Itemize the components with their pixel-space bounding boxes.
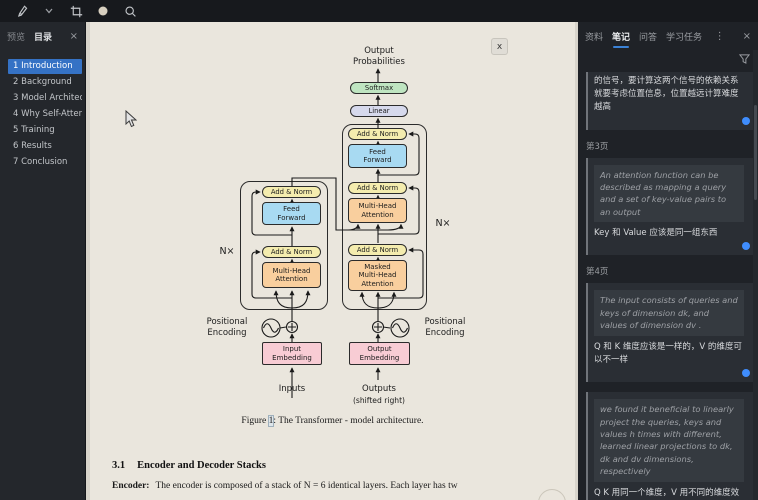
tab-tasks[interactable]: 学习任务: [666, 30, 702, 43]
page-4-label: 第4页: [586, 267, 609, 278]
output-probabilities-label: Output Probabilities: [353, 46, 405, 67]
outline-item-why-self-attention[interactable]: 4 Why Self-Atten...: [8, 107, 82, 122]
note-sync-dot: [742, 369, 750, 378]
tab-qa[interactable]: 问答: [639, 30, 657, 43]
pdf-page: Softmax Linear Add & Norm Feed Forward A…: [90, 22, 575, 500]
outline-item-model-architecture[interactable]: ▸3 Model Architec...: [8, 91, 82, 106]
encoder-add-norm-bottom-box: Add & Norm: [262, 246, 321, 258]
outline-item-introduction[interactable]: 1 Introduction: [8, 59, 82, 74]
n-times-right-label: N×: [435, 218, 451, 229]
crop-icon[interactable]: [68, 3, 84, 19]
decoder-add-norm-mid-box: Add & Norm: [348, 182, 407, 194]
outline-item-results[interactable]: ▸6 Results: [8, 139, 82, 154]
app-logo-icon[interactable]: [14, 3, 30, 19]
outline-item-label: 5 Training: [13, 125, 55, 135]
tab-preview[interactable]: 预览: [7, 30, 25, 43]
outline-item-training[interactable]: ▸5 Training: [8, 123, 82, 138]
outline-sidebar-tabs: 预览 目录 ×: [0, 22, 85, 50]
pdf-viewport[interactable]: Softmax Linear Add & Norm Feed Forward A…: [86, 22, 578, 500]
notes-scrollbar-thumb[interactable]: [754, 105, 757, 200]
note-quote: The input consists of queries and keys o…: [594, 290, 744, 336]
diagram-connectors: [251, 68, 424, 398]
outline-item-conclusion[interactable]: 7 Conclusion: [8, 155, 82, 170]
decoder-add-norm-bottom-box: Add & Norm: [348, 244, 407, 256]
encoder-multi-head-attention-box: Multi-Head Attention: [262, 262, 321, 288]
notes-list[interactable]: 的信号，要计算这两个信号的依赖关系就要考虑位置信息，位置越远计算难度越高 第3页…: [578, 72, 758, 500]
mouse-cursor: [125, 110, 137, 128]
outline-item-label: 3 Model Architec...: [13, 93, 82, 103]
note-card-position-signal[interactable]: 的信号，要计算这两个信号的依赖关系就要考虑位置信息，位置越远计算难度越高: [586, 72, 753, 130]
notes-sidebar: 资料 笔记 问答 学习任务 ⋮ × 的信号，要计算这两个信号的依赖关系就要考虑位…: [578, 22, 758, 500]
softmax-box: Softmax: [350, 82, 408, 94]
toc-outline: 1 Introduction 2 Background ▸3 Model Arc…: [0, 59, 85, 170]
page-3-label: 第3页: [586, 141, 609, 152]
encoder-add-norm-top-box: Add & Norm: [262, 186, 321, 198]
decoder-feed-forward-box: Feed Forward: [348, 144, 407, 168]
note-card-attention-function[interactable]: An attention function can be described a…: [586, 157, 753, 256]
linear-box: Linear: [350, 105, 408, 117]
chevron-down-icon[interactable]: [41, 3, 57, 19]
tab-materials[interactable]: 资料: [585, 30, 603, 43]
encoder-feed-forward-box: Feed Forward: [262, 202, 321, 225]
note-sync-dot: [742, 116, 750, 125]
tab-notes[interactable]: 笔记: [612, 30, 630, 48]
n-times-left-label: N×: [219, 246, 235, 257]
note-card-linear-projections[interactable]: we found it beneficial to linearly proje…: [586, 392, 753, 500]
note-card-query-key-dims[interactable]: The input consists of queries and keys o…: [586, 283, 753, 383]
inputs-label: Inputs: [278, 384, 306, 394]
top-toolbar: [0, 0, 758, 22]
positional-encoding-left-label: Positional Encoding: [206, 317, 248, 338]
sidebar-close-icon[interactable]: ×: [70, 31, 78, 42]
note-text: 的信号，要计算这两个信号的依赖关系就要考虑位置信息，位置越远计算难度越高: [594, 76, 739, 113]
annotation-close-button[interactable]: x: [491, 38, 508, 55]
outline-item-label: 6 Results: [13, 141, 52, 151]
decoder-add-norm-top-box: Add & Norm: [348, 128, 407, 140]
notes-scrollbar-track[interactable]: [753, 50, 758, 500]
more-menu-icon[interactable]: ⋮: [715, 31, 725, 42]
outputs-label: Outputs: [362, 384, 396, 394]
notes-filter-row: [578, 48, 758, 70]
note-sync-dot: [742, 242, 750, 251]
output-embedding-box: Output Embedding: [349, 342, 410, 365]
masked-multi-head-attention-box: Masked Multi-Head Attention: [348, 260, 407, 291]
outline-item-background[interactable]: 2 Background: [8, 75, 82, 90]
note-text: Q K 用同一个维度，V 用不同的维度效果更好: [594, 487, 740, 498]
note-quote: An attention function can be described a…: [594, 164, 744, 223]
notes-close-icon[interactable]: ×: [743, 31, 751, 42]
record-icon[interactable]: [95, 3, 111, 19]
shifted-right-label: (shifted right): [352, 396, 406, 405]
search-icon[interactable]: [122, 3, 138, 19]
note-quote: we found it beneficial to linearly proje…: [594, 399, 744, 482]
positional-encoding-right-label: Positional Encoding: [424, 317, 466, 338]
notes-sidebar-tabs: 资料 笔记 问答 学习任务 ⋮ ×: [578, 22, 758, 48]
tab-toc[interactable]: 目录: [34, 30, 52, 43]
decoder-multi-head-attention-box: Multi-Head Attention: [348, 198, 407, 223]
note-text: Q 和 K 维度应该是一样的，V 的维度可以不一样: [594, 341, 742, 365]
note-text: Key 和 Value 应该是同一组东西: [594, 228, 718, 239]
input-embedding-box: Input Embedding: [262, 342, 322, 365]
outline-sidebar: 预览 目录 × 1 Introduction 2 Background ▸3 M…: [0, 22, 86, 500]
filter-icon[interactable]: [739, 54, 750, 64]
